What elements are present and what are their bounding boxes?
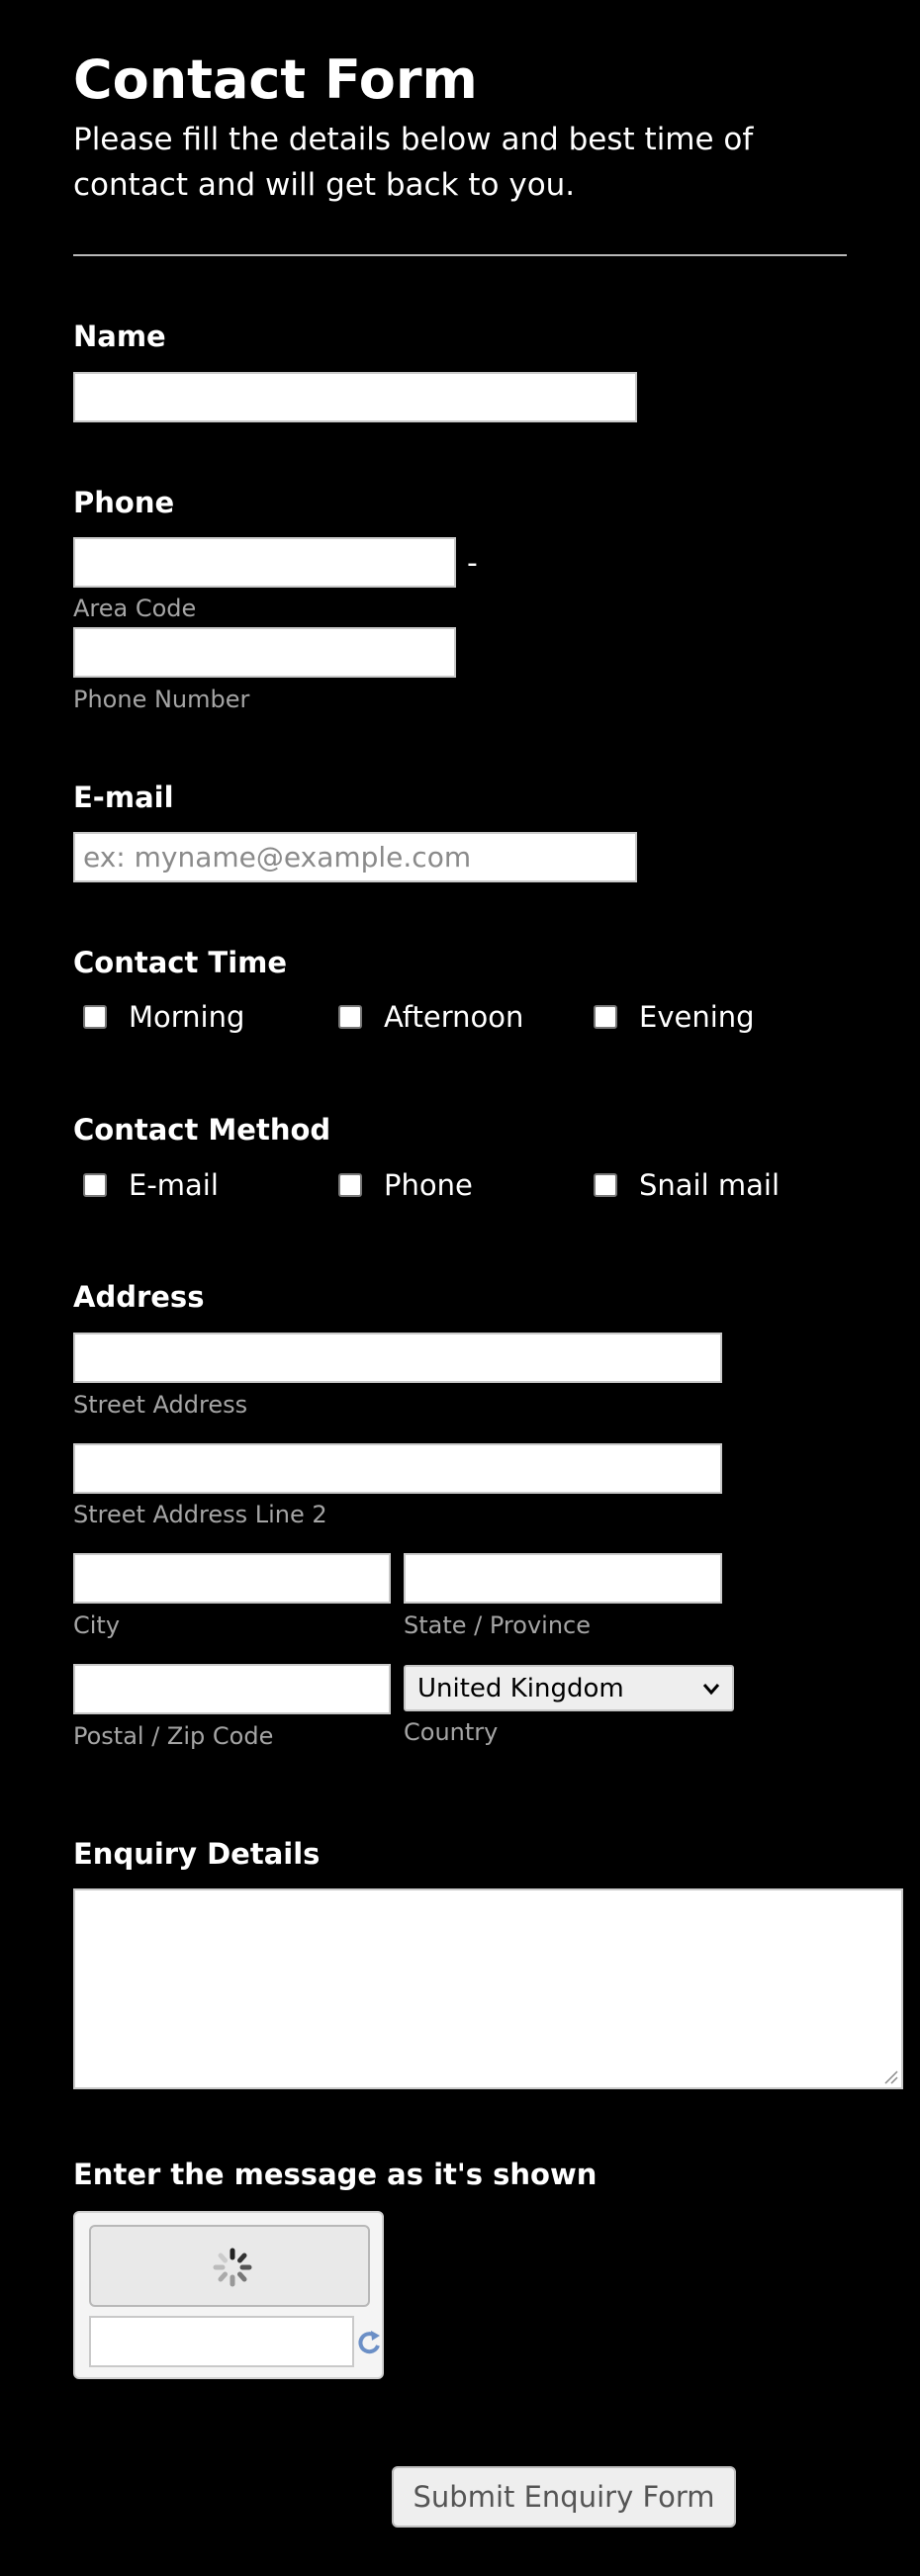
checkbox[interactable] xyxy=(338,1173,362,1197)
checkbox-label: Phone xyxy=(384,1168,473,1202)
contact-method-phone[interactable]: Phone xyxy=(328,1165,473,1205)
checkbox-label: Afternoon xyxy=(384,1000,524,1034)
checkbox[interactable] xyxy=(83,1173,107,1197)
street-address-input[interactable] xyxy=(73,1333,722,1383)
checkbox-label: Morning xyxy=(129,1000,245,1034)
checkbox-label: Evening xyxy=(639,1000,755,1034)
checkbox-label: E-mail xyxy=(129,1168,219,1202)
captcha-input[interactable] xyxy=(89,2316,354,2367)
country-select[interactable]: United Kingdom xyxy=(404,1665,734,1711)
name-input[interactable] xyxy=(73,372,637,422)
phone-number-label: Phone Number xyxy=(73,686,250,713)
phone-number-input[interactable] xyxy=(73,627,456,678)
chevron-down-icon xyxy=(702,1683,720,1695)
contact-time-afternoon[interactable]: Afternoon xyxy=(328,997,523,1037)
refresh-icon[interactable] xyxy=(356,2326,384,2359)
resize-handle-icon[interactable] xyxy=(880,2067,898,2084)
contact-method-email[interactable]: E-mail xyxy=(73,1165,219,1205)
state-province-input[interactable] xyxy=(404,1553,722,1604)
captcha-label: Enter the message as it's shown xyxy=(73,2158,598,2191)
page-title: Contact Form xyxy=(73,48,478,111)
contact-time-evening[interactable]: Evening xyxy=(584,997,755,1037)
checkbox[interactable] xyxy=(338,1005,362,1029)
checkbox[interactable] xyxy=(594,1173,617,1197)
address-label: Address xyxy=(73,1280,205,1314)
header-divider xyxy=(73,254,847,256)
street-address-label: Street Address xyxy=(73,1391,248,1419)
contact-time-label: Contact Time xyxy=(73,946,288,979)
enquiry-details-label: Enquiry Details xyxy=(73,1837,321,1871)
phone-separator: - xyxy=(467,546,478,581)
country-select-value: United Kingdom xyxy=(417,1673,624,1703)
contact-method-snail-mail[interactable]: Snail mail xyxy=(584,1165,780,1205)
area-code-label: Area Code xyxy=(73,595,197,622)
submit-button[interactable]: Submit Enquiry Form xyxy=(392,2466,736,2528)
street-address-line2-input[interactable] xyxy=(73,1443,722,1494)
captcha-widget xyxy=(73,2211,384,2379)
loading-spinner-icon xyxy=(213,2248,252,2287)
name-label: Name xyxy=(73,320,166,353)
country-label: Country xyxy=(404,1718,499,1746)
contact-time-morning[interactable]: Morning xyxy=(73,997,244,1037)
email-label: E-mail xyxy=(73,781,174,814)
page-subtitle: Please fill the details below and best t… xyxy=(73,122,754,203)
checkbox-label: Snail mail xyxy=(639,1168,781,1202)
captcha-image xyxy=(89,2225,370,2307)
email-input[interactable] xyxy=(73,832,637,882)
checkbox[interactable] xyxy=(594,1005,617,1029)
postal-code-input[interactable] xyxy=(73,1664,391,1714)
area-code-input[interactable] xyxy=(73,537,456,588)
postal-code-label: Postal / Zip Code xyxy=(73,1722,274,1750)
contact-method-label: Contact Method xyxy=(73,1113,331,1147)
state-province-label: State / Province xyxy=(404,1611,591,1639)
enquiry-details-textarea[interactable] xyxy=(73,1888,903,2089)
street-address-line2-label: Street Address Line 2 xyxy=(73,1501,327,1528)
checkbox[interactable] xyxy=(83,1005,107,1029)
city-label: City xyxy=(73,1611,121,1639)
city-input[interactable] xyxy=(73,1553,391,1604)
phone-label: Phone xyxy=(73,486,175,519)
